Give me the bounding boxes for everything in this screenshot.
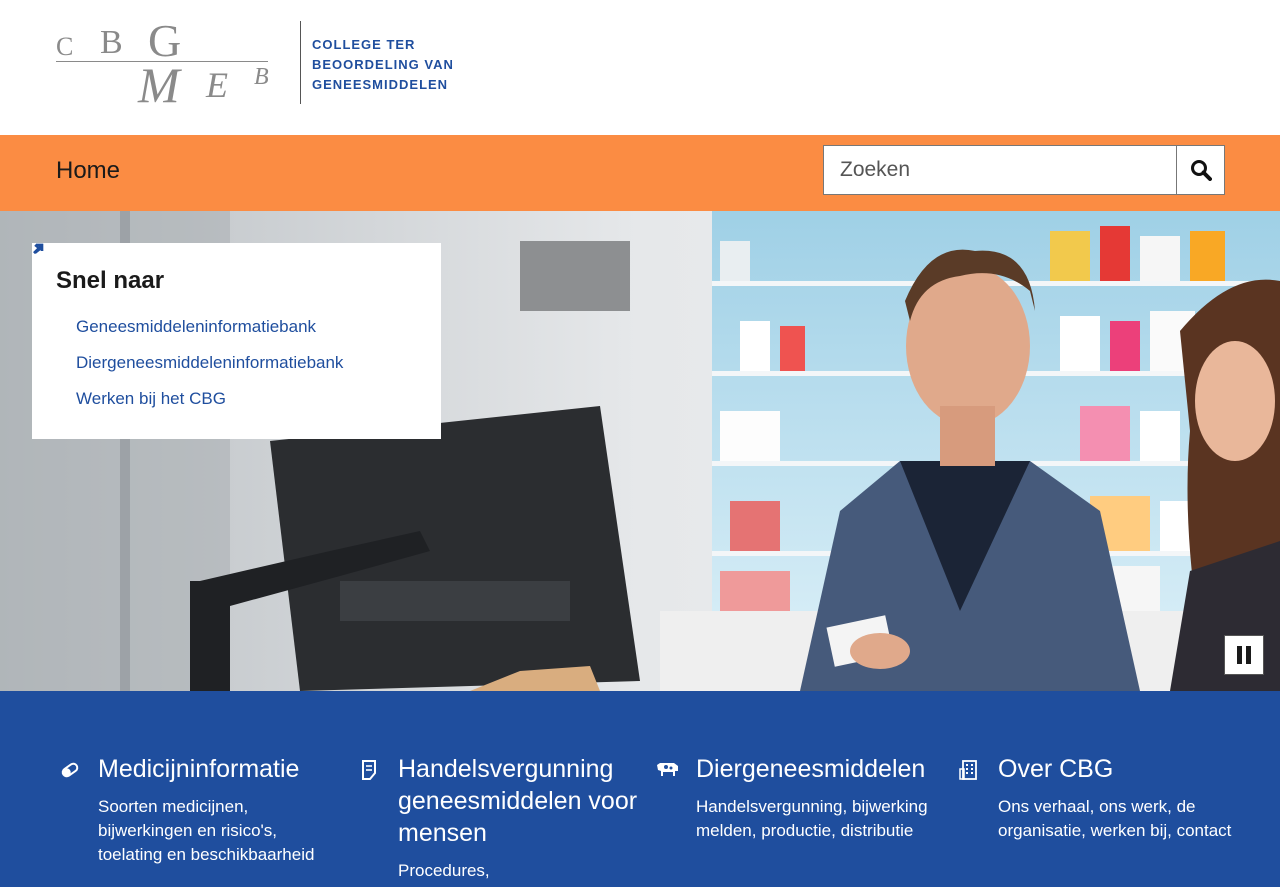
search-form — [823, 145, 1225, 195]
tile-title: Medicijninformatie — [98, 755, 300, 783]
quick-link-item: Werken bij het CBG — [34, 244, 417, 417]
search-button[interactable] — [1176, 146, 1224, 194]
quick-links-title: Snel naar — [56, 267, 165, 294]
logo-text-line: COLLEGE TER — [312, 37, 416, 52]
hero-carousel: Snel naar Geneesmiddeleninformatiebank D… — [0, 211, 1280, 691]
tile-title: Diergeneesmiddelen — [696, 755, 926, 783]
nav-home-link[interactable]: Home — [56, 157, 120, 185]
cbg-logo[interactable]: C B G M E B COLLEGE TER BEOORDELING VAN … — [56, 15, 476, 113]
cow-icon — [657, 763, 678, 776]
quick-link-item: Diergeneesmiddeleninformatiebank — [33, 243, 417, 381]
document-icon — [362, 760, 376, 780]
quick-link-geneesmiddeleninformatiebank[interactable]: Geneesmiddeleninformatiebank — [76, 317, 316, 337]
pill-icon — [61, 762, 79, 778]
tile-description: Procedures, — [398, 861, 490, 880]
logo-letter: M — [138, 57, 180, 113]
quick-links-list: Geneesmiddeleninformatiebank Diergeneesm… — [33, 243, 417, 417]
logo-letter: E — [206, 65, 228, 105]
logo-letter: B — [254, 64, 269, 90]
tile-description: Soorten medicijnen, bijwerkingen en risi… — [98, 797, 315, 864]
tile-title: Handelsvergunning geneesmiddelen voor me… — [398, 755, 638, 847]
search-icon — [1190, 160, 1212, 181]
logo-letter: C — [56, 32, 74, 61]
logo-wordmark: COLLEGE TER BEOORDELING VAN GENEESMIDDEL… — [312, 35, 482, 95]
quick-link-diergeneesmiddeleninformatiebank[interactable]: Diergeneesmiddeleninformatiebank — [76, 353, 343, 373]
topic-tiles: Medicijninformatie Soorten medicijnen, b… — [0, 691, 1280, 887]
quick-link-werken-bij[interactable]: Werken bij het CBG — [76, 389, 226, 409]
logo-text-line: GENEESMIDDELEN — [312, 77, 449, 92]
pause-icon — [1237, 646, 1242, 664]
search-input[interactable] — [824, 146, 1177, 194]
logo-text-line: BEOORDELING VAN — [312, 57, 454, 72]
tile-description: Handelsvergunning, bijwerking melden, pr… — [696, 797, 928, 840]
logo-divider — [300, 21, 301, 104]
quick-links-panel: Snel naar Geneesmiddeleninformatiebank D… — [32, 243, 441, 439]
pause-icon — [1246, 646, 1251, 664]
tile-description: Ons verhaal, ons werk, de organisatie, w… — [998, 797, 1232, 840]
building-icon — [959, 760, 977, 780]
main-nav: Home — [0, 135, 1280, 211]
logo-mark: C B G M E B — [56, 15, 271, 113]
logo-letter: B — [100, 24, 123, 61]
site-header: C B G M E B COLLEGE TER BEOORDELING VAN … — [0, 0, 1280, 135]
carousel-pause-button[interactable] — [1224, 635, 1264, 675]
tile-title: Over CBG — [998, 755, 1114, 783]
quick-link-item: Geneesmiddeleninformatiebank — [33, 243, 417, 345]
